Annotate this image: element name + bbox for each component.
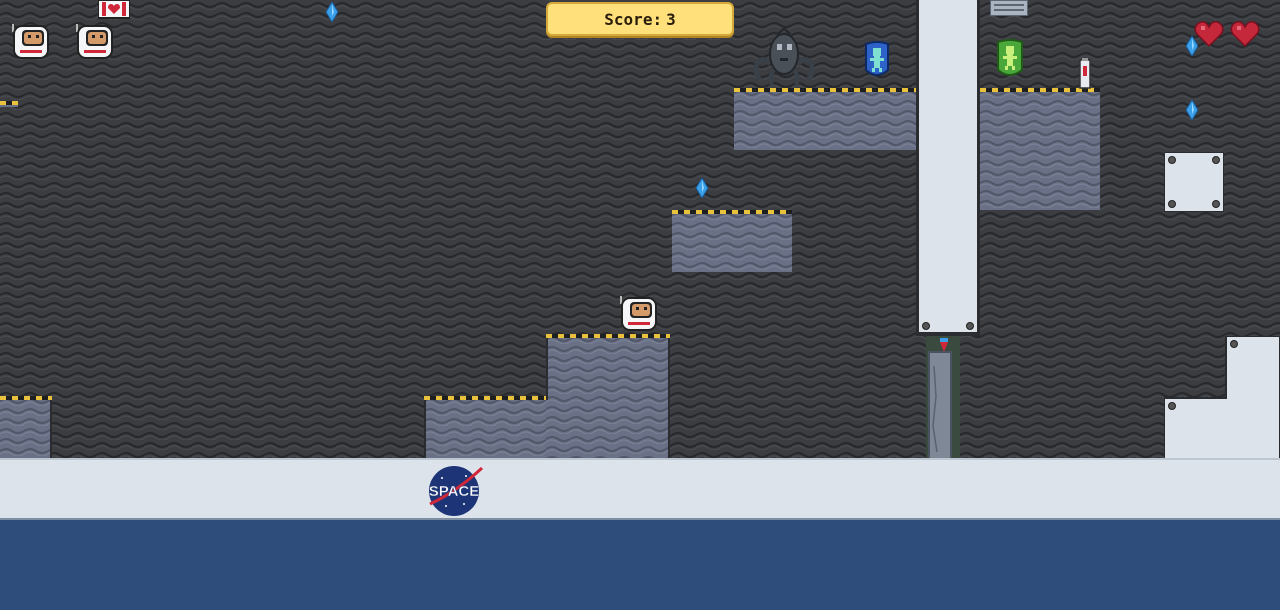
metal-step (1163, 335, 1280, 461)
platform (734, 88, 916, 150)
score-display: Score: 3 (546, 2, 734, 36)
game-canvas[interactable]: SPACE Score: 3 (0, 0, 1280, 610)
bottom-area (0, 520, 1280, 610)
crystal-icon (1186, 36, 1198, 56)
crystal-icon (1186, 100, 1198, 120)
platform (546, 334, 670, 458)
door-pillar[interactable] (926, 336, 960, 461)
astronaut-life-icon (74, 22, 116, 62)
crystal-icon (696, 178, 708, 198)
heart-icon (1194, 20, 1224, 48)
lives-indicator (10, 22, 116, 62)
heart-icon (1230, 20, 1260, 48)
crystal-icon (326, 2, 338, 22)
space-logo-text: SPACE (429, 483, 480, 500)
heart-box-icon (98, 0, 130, 20)
platform (424, 396, 548, 458)
astronaut-life-icon (10, 22, 52, 62)
score-value: 3 (666, 9, 676, 29)
player-astronaut[interactable] (618, 294, 660, 334)
alien-creature-icon (748, 28, 820, 88)
vent (989, 0, 1029, 17)
health-indicator (1194, 20, 1260, 48)
blue-alien-badge-icon[interactable] (862, 40, 892, 80)
platform (0, 92, 18, 107)
metal-plate (1163, 151, 1225, 213)
canister-icon[interactable] (1078, 58, 1092, 90)
platform (0, 396, 52, 458)
metal-wall (916, 0, 980, 336)
platform (980, 88, 1100, 210)
space-logo-icon: SPACE (426, 464, 484, 518)
score-label: Score: (604, 9, 663, 29)
platform (672, 210, 792, 272)
floor (0, 458, 1280, 520)
green-alien-badge-icon[interactable] (994, 38, 1026, 80)
